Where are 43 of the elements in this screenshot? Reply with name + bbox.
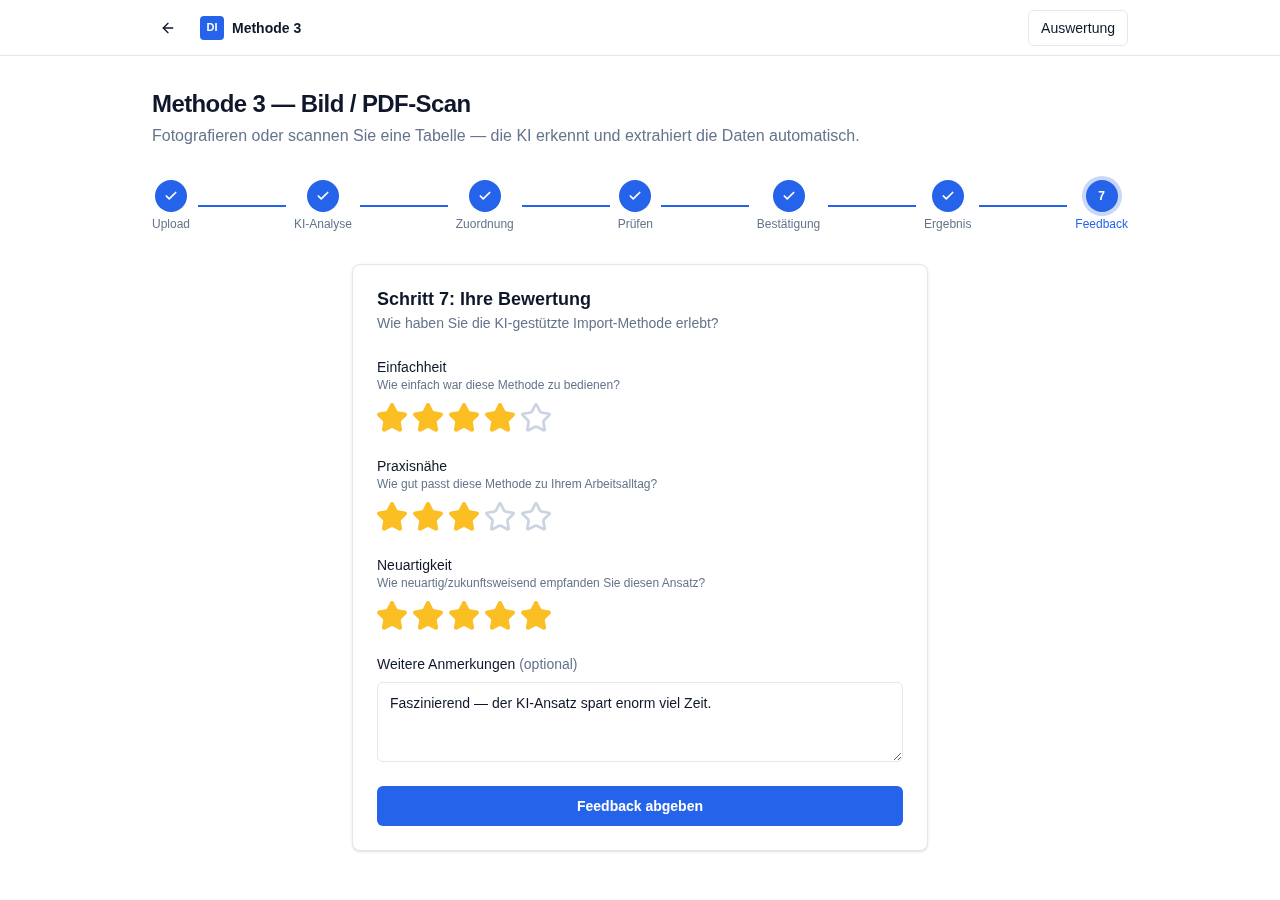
star-outline-icon[interactable]: [521, 502, 551, 531]
step-label: KI-Analyse: [293, 216, 352, 232]
step-label: Bestätigung: [756, 216, 821, 232]
card-title: Schritt 7: Ihre Bewertung: [377, 288, 593, 311]
page-subtitle: Fotografieren oder scannen Sie eine Tabelle — die KI erkennt und extrahiert die Daten automatisch.: [152, 126, 861, 146]
rating-question: Wie gut passt diese Methode zu Ihrem Arbeitsalltag?: [377, 476, 659, 492]
step-label: Zuordnung: [455, 216, 514, 232]
star-filled-icon[interactable]: [377, 601, 407, 630]
header-title: Methode 3: [232, 18, 302, 38]
star-filled-icon[interactable]: [449, 601, 479, 630]
rating-label: Praxisnähe: [377, 457, 449, 476]
card-subtitle: Wie haben Sie die KI-gestützte Import-Methode erlebt?: [377, 314, 720, 333]
star-filled-icon[interactable]: [377, 403, 407, 432]
star-rating[interactable]: [377, 502, 551, 531]
star-outline-icon[interactable]: [521, 403, 551, 432]
star-outline-icon[interactable]: [485, 502, 515, 531]
star-filled-icon[interactable]: [413, 601, 443, 630]
rating-label: Einfachheit: [377, 358, 448, 377]
page-title: Methode 3 — Bild / PDF-Scan: [152, 89, 472, 119]
comment-label: Weitere Anmerkungen: [377, 656, 516, 672]
app-logo: DI: [200, 15, 224, 40]
rating-label: Neuartigkeit: [377, 556, 453, 575]
rating-question: Wie neuartig/zukunftsweisend empfanden Sie diesen Ansatz?: [377, 575, 707, 591]
submit-button[interactable]: Feedback abgeben: [377, 786, 903, 826]
star-filled-icon[interactable]: [413, 403, 443, 432]
star-filled-icon[interactable]: [521, 601, 551, 630]
rating-question: Wie einfach war diese Methode zu bedienen?: [377, 377, 621, 393]
step-label: Upload: [152, 216, 191, 232]
star-rating[interactable]: [377, 403, 551, 432]
auswertung-button[interactable]: Auswertung: [1028, 9, 1128, 46]
step-label: Ergebnis: [924, 216, 972, 232]
star-filled-icon[interactable]: [413, 502, 443, 531]
star-rating[interactable]: [377, 601, 551, 630]
star-filled-icon[interactable]: [449, 403, 479, 432]
step-label: Feedback: [1075, 216, 1128, 232]
step-label: Prüfen: [617, 216, 653, 232]
step-number: 7: [1085, 180, 1118, 212]
star-filled-icon[interactable]: [377, 502, 407, 531]
comment-field[interactable]: Faszinierend — der KI-Ansatz spart enorm viel Zeit.: [377, 682, 903, 762]
star-filled-icon[interactable]: [449, 502, 479, 531]
star-filled-icon[interactable]: [485, 601, 515, 630]
optional-hint: (optional): [519, 656, 578, 672]
star-filled-icon[interactable]: [485, 403, 515, 432]
